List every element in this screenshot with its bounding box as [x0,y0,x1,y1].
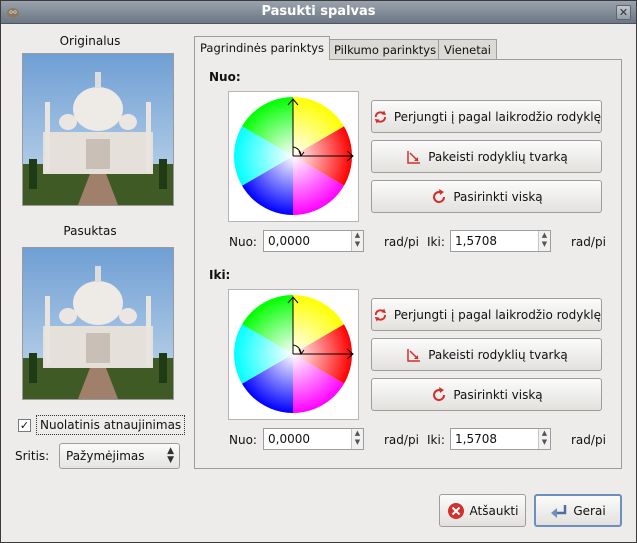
rotated-preview [22,247,174,400]
to-swap-arrows-label: Pakeisti rodyklių tvarką [428,347,568,362]
from-end-unit: rad/pi [571,235,606,249]
to-select-all-button[interactable]: Pasirinkti viską [371,378,602,411]
area-select-value: Pažymėjimas [66,449,145,463]
tab-units[interactable]: Vienetai [438,39,497,60]
from-start-label: Nuo: [229,235,257,249]
from-hue-wheel-graphic [234,97,354,215]
to-end-stepper[interactable]: ▲ ▼ [538,429,550,449]
window-title: Pasukti spalvas [261,4,376,19]
select-all-rotate-icon [433,386,446,401]
dialog-window: Pasukti spalvas ✕ Originalus Pasuktas ✓ … [0,0,637,543]
combo-arrows-icon: ▲ ▼ [167,446,174,465]
rotate-clockwise-icon [374,307,387,322]
to-start-value: 0,0000 [268,432,310,446]
original-preview-image [23,54,173,205]
to-switch-clockwise-label: Perjungti į pagal laikrodžio rodyklę [393,307,601,322]
area-label: Sritis: [15,449,50,463]
rotated-preview-image [23,248,173,399]
from-start-value: 0,0000 [268,234,310,248]
rotate-clockwise-icon [374,109,387,124]
continuous-update-label[interactable]: Nuolatinis atnaujinimas [36,415,186,435]
to-start-unit: rad/pi [384,433,419,447]
from-start-unit: rad/pi [384,235,419,249]
cancel-button[interactable]: Atšaukti [439,494,526,527]
to-end-value: 1,5708 [455,432,497,446]
to-start-input[interactable]: 0,0000 ▲ ▼ [263,428,364,450]
to-end-input[interactable]: 1,5708 ▲ ▼ [450,428,551,450]
to-color-wheel[interactable] [228,289,359,420]
from-end-input[interactable]: 1,5708 ▲ ▼ [450,230,551,252]
close-button[interactable]: ✕ [616,5,631,20]
titlebar[interactable]: Pasukti spalvas ✕ [1,1,636,24]
original-preview [22,53,174,206]
from-end-stepper[interactable]: ▲ ▼ [538,231,550,251]
from-swap-arrows-button[interactable]: Pakeisti rodyklių tvarką [371,140,602,173]
swap-arrows-icon [407,150,421,164]
from-end-label: Iki: [427,235,445,249]
to-section-title: Iki: [209,268,231,282]
from-start-input[interactable]: 0,0000 ▲ ▼ [263,230,364,252]
enter-arrow-icon [551,504,567,518]
from-switch-clockwise-label: Perjungti į pagal laikrodžio rodyklę [393,109,601,124]
to-end-label: Iki: [427,433,445,447]
to-select-all-label: Pasirinkti viską [453,387,543,402]
continuous-update-checkbox[interactable]: ✓ [18,419,31,432]
from-end-value: 1,5708 [455,234,497,248]
from-color-wheel[interactable] [228,91,359,222]
rotated-preview-label: Pasuktas [63,224,117,238]
swap-arrows-icon [407,348,421,362]
from-section-title: Nuo: [209,70,241,84]
cancel-label: Atšaukti [469,503,519,518]
from-select-all-label: Pasirinkti viską [453,189,543,204]
cancel-icon [447,502,464,519]
tab-panel: Nuo: Perjungti į pagal laikrodžio rodykl… [194,59,622,469]
from-switch-clockwise-button[interactable]: Perjungti į pagal laikrodžio rodyklę [371,100,602,133]
from-start-stepper[interactable]: ▲ ▼ [351,231,363,251]
to-hue-wheel-graphic [234,295,354,413]
from-swap-arrows-label: Pakeisti rodyklių tvarką [428,149,568,164]
tab-gray-options[interactable]: Pilkumo parinktys [328,39,443,60]
to-swap-arrows-button[interactable]: Pakeisti rodyklių tvarką [371,338,602,371]
area-select[interactable]: Pažymėjimas ▲ ▼ [59,443,180,469]
to-end-unit: rad/pi [571,433,606,447]
select-all-rotate-icon [433,188,446,203]
to-start-stepper[interactable]: ▲ ▼ [351,429,363,449]
to-switch-clockwise-button[interactable]: Perjungti į pagal laikrodžio rodyklę [371,298,602,331]
tab-basic-options[interactable]: Pagrindinės parinktys [194,36,331,60]
original-preview-label: Originalus [59,34,121,48]
to-start-label: Nuo: [229,433,257,447]
ok-label: Gerai [573,503,606,518]
ok-button[interactable]: Gerai [534,494,622,527]
from-select-all-button[interactable]: Pasirinkti viską [371,180,602,213]
